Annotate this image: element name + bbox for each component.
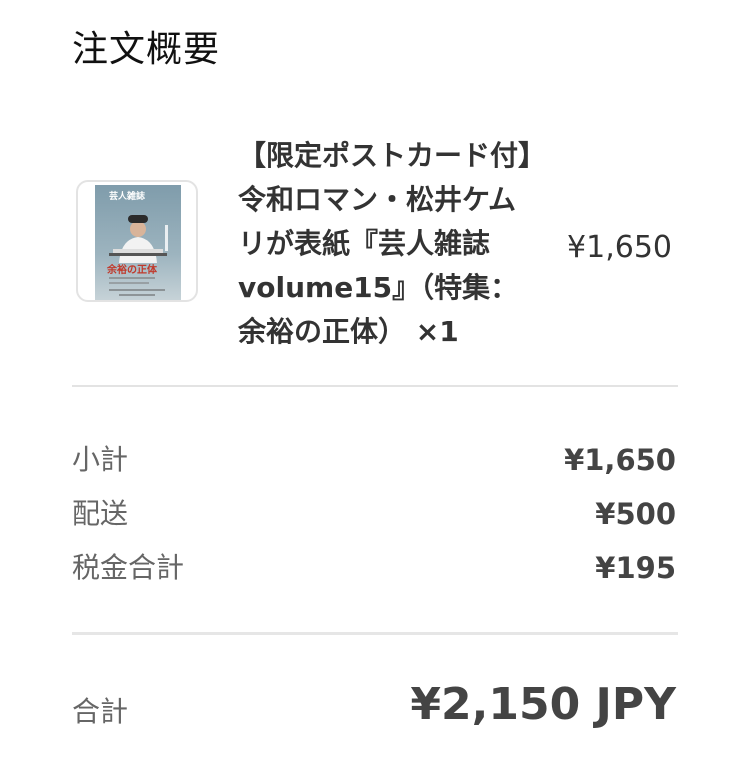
tax-row: 税金合計 ¥195 xyxy=(72,546,676,590)
total-value: ¥2,150 JPY xyxy=(410,679,676,730)
subtotal-label: 小計 xyxy=(72,443,129,476)
shipping-value: ¥500 xyxy=(595,497,676,531)
product-price: ¥1,650 xyxy=(567,230,672,265)
cover-headline: 余裕の正体 xyxy=(106,263,158,276)
shipping-row: 配送 ¥500 xyxy=(72,492,676,536)
tax-label: 税金合計 xyxy=(72,551,185,584)
cover-title: 芸人雑誌 xyxy=(109,190,145,202)
tax-value: ¥195 xyxy=(595,551,676,585)
shipping-label: 配送 xyxy=(72,497,129,530)
product-name: 【限定ポストカード付】令和ロマン・松井ケムリが表紙『芸人雑誌 volume15』… xyxy=(238,139,533,348)
subtotal-row: 小計 ¥1,650 xyxy=(72,438,676,482)
divider xyxy=(72,385,678,387)
subtotal-value: ¥1,650 xyxy=(564,443,676,477)
magazine-cover-image: 芸人雑誌 余裕の正体 xyxy=(95,185,181,300)
product-thumbnail[interactable]: 芸人雑誌 余裕の正体 xyxy=(76,180,198,302)
divider xyxy=(72,632,678,635)
page-title: 注文概要 xyxy=(72,29,221,70)
total-label: 合計 xyxy=(72,695,129,728)
